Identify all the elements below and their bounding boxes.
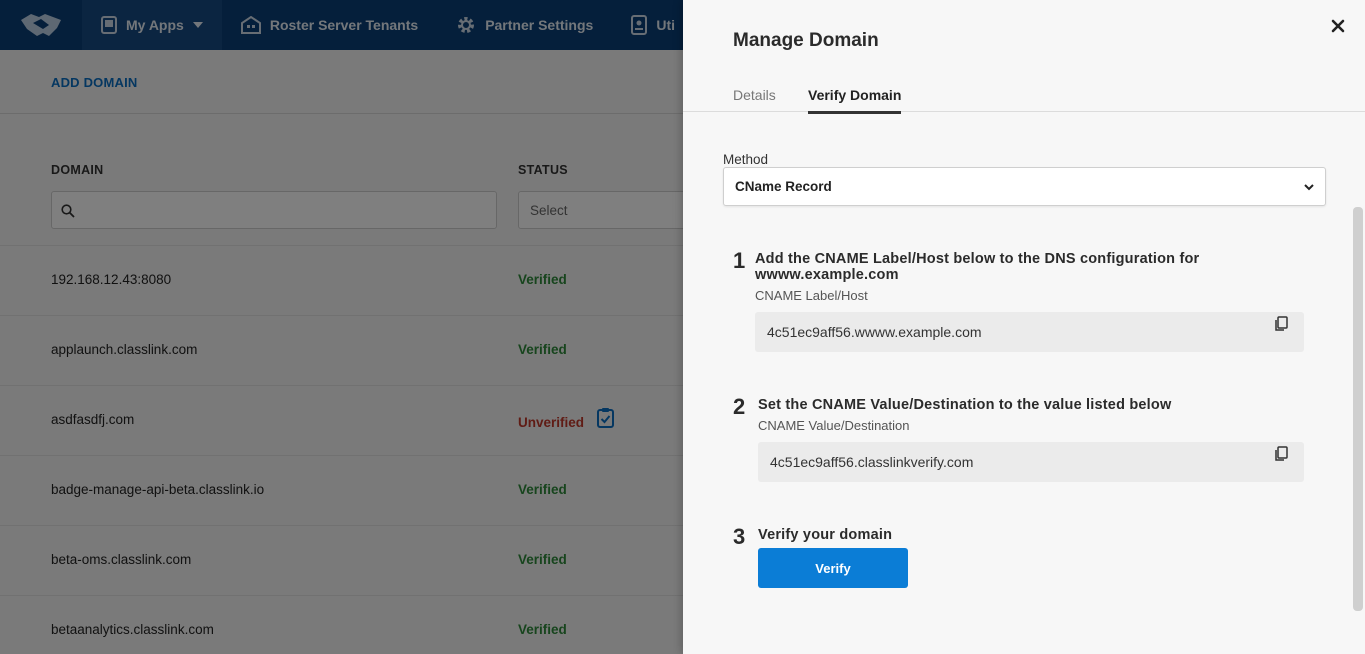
panel-tabs: Details Verify Domain <box>683 82 1365 114</box>
tab-verify-domain[interactable]: Verify Domain <box>808 87 902 114</box>
cname-label-host-label: CNAME Label/Host <box>755 288 868 303</box>
scrollbar[interactable] <box>1353 207 1363 611</box>
step-1-title: Add the CNAME Label/Host below to the DN… <box>755 251 1200 283</box>
cname-label-host-value: 4c51ec9aff56.wwww.example.com <box>767 324 982 340</box>
step-2-title: Set the CNAME Value/Destination to the v… <box>758 397 1172 413</box>
panel-title: Manage Domain <box>733 30 879 51</box>
tab-details[interactable]: Details <box>733 87 776 111</box>
manage-domain-panel: Manage Domain Details Verify Domain Meth… <box>683 0 1365 654</box>
step-3-title: Verify your domain <box>758 527 893 543</box>
cname-value-destination-label: CNAME Value/Destination <box>758 418 910 433</box>
copy-icon[interactable] <box>1274 316 1288 332</box>
cname-label-host-field[interactable]: 4c51ec9aff56.wwww.example.com <box>755 312 1304 352</box>
chevron-down-icon <box>1304 184 1314 191</box>
method-selected-value: CName Record <box>735 179 832 194</box>
close-icon[interactable] <box>1328 16 1348 36</box>
step-1-number: 1 <box>733 248 746 273</box>
cname-value-destination-field[interactable]: 4c51ec9aff56.classlinkverify.com <box>758 442 1304 482</box>
step-3-number: 3 <box>733 524 746 549</box>
step-2-number: 2 <box>733 394 746 419</box>
cname-value-destination-value: 4c51ec9aff56.classlinkverify.com <box>770 454 974 470</box>
copy-icon[interactable] <box>1274 446 1288 462</box>
method-select[interactable]: CName Record <box>723 167 1326 206</box>
verify-button[interactable]: Verify <box>758 548 908 588</box>
method-label: Method <box>723 152 769 167</box>
